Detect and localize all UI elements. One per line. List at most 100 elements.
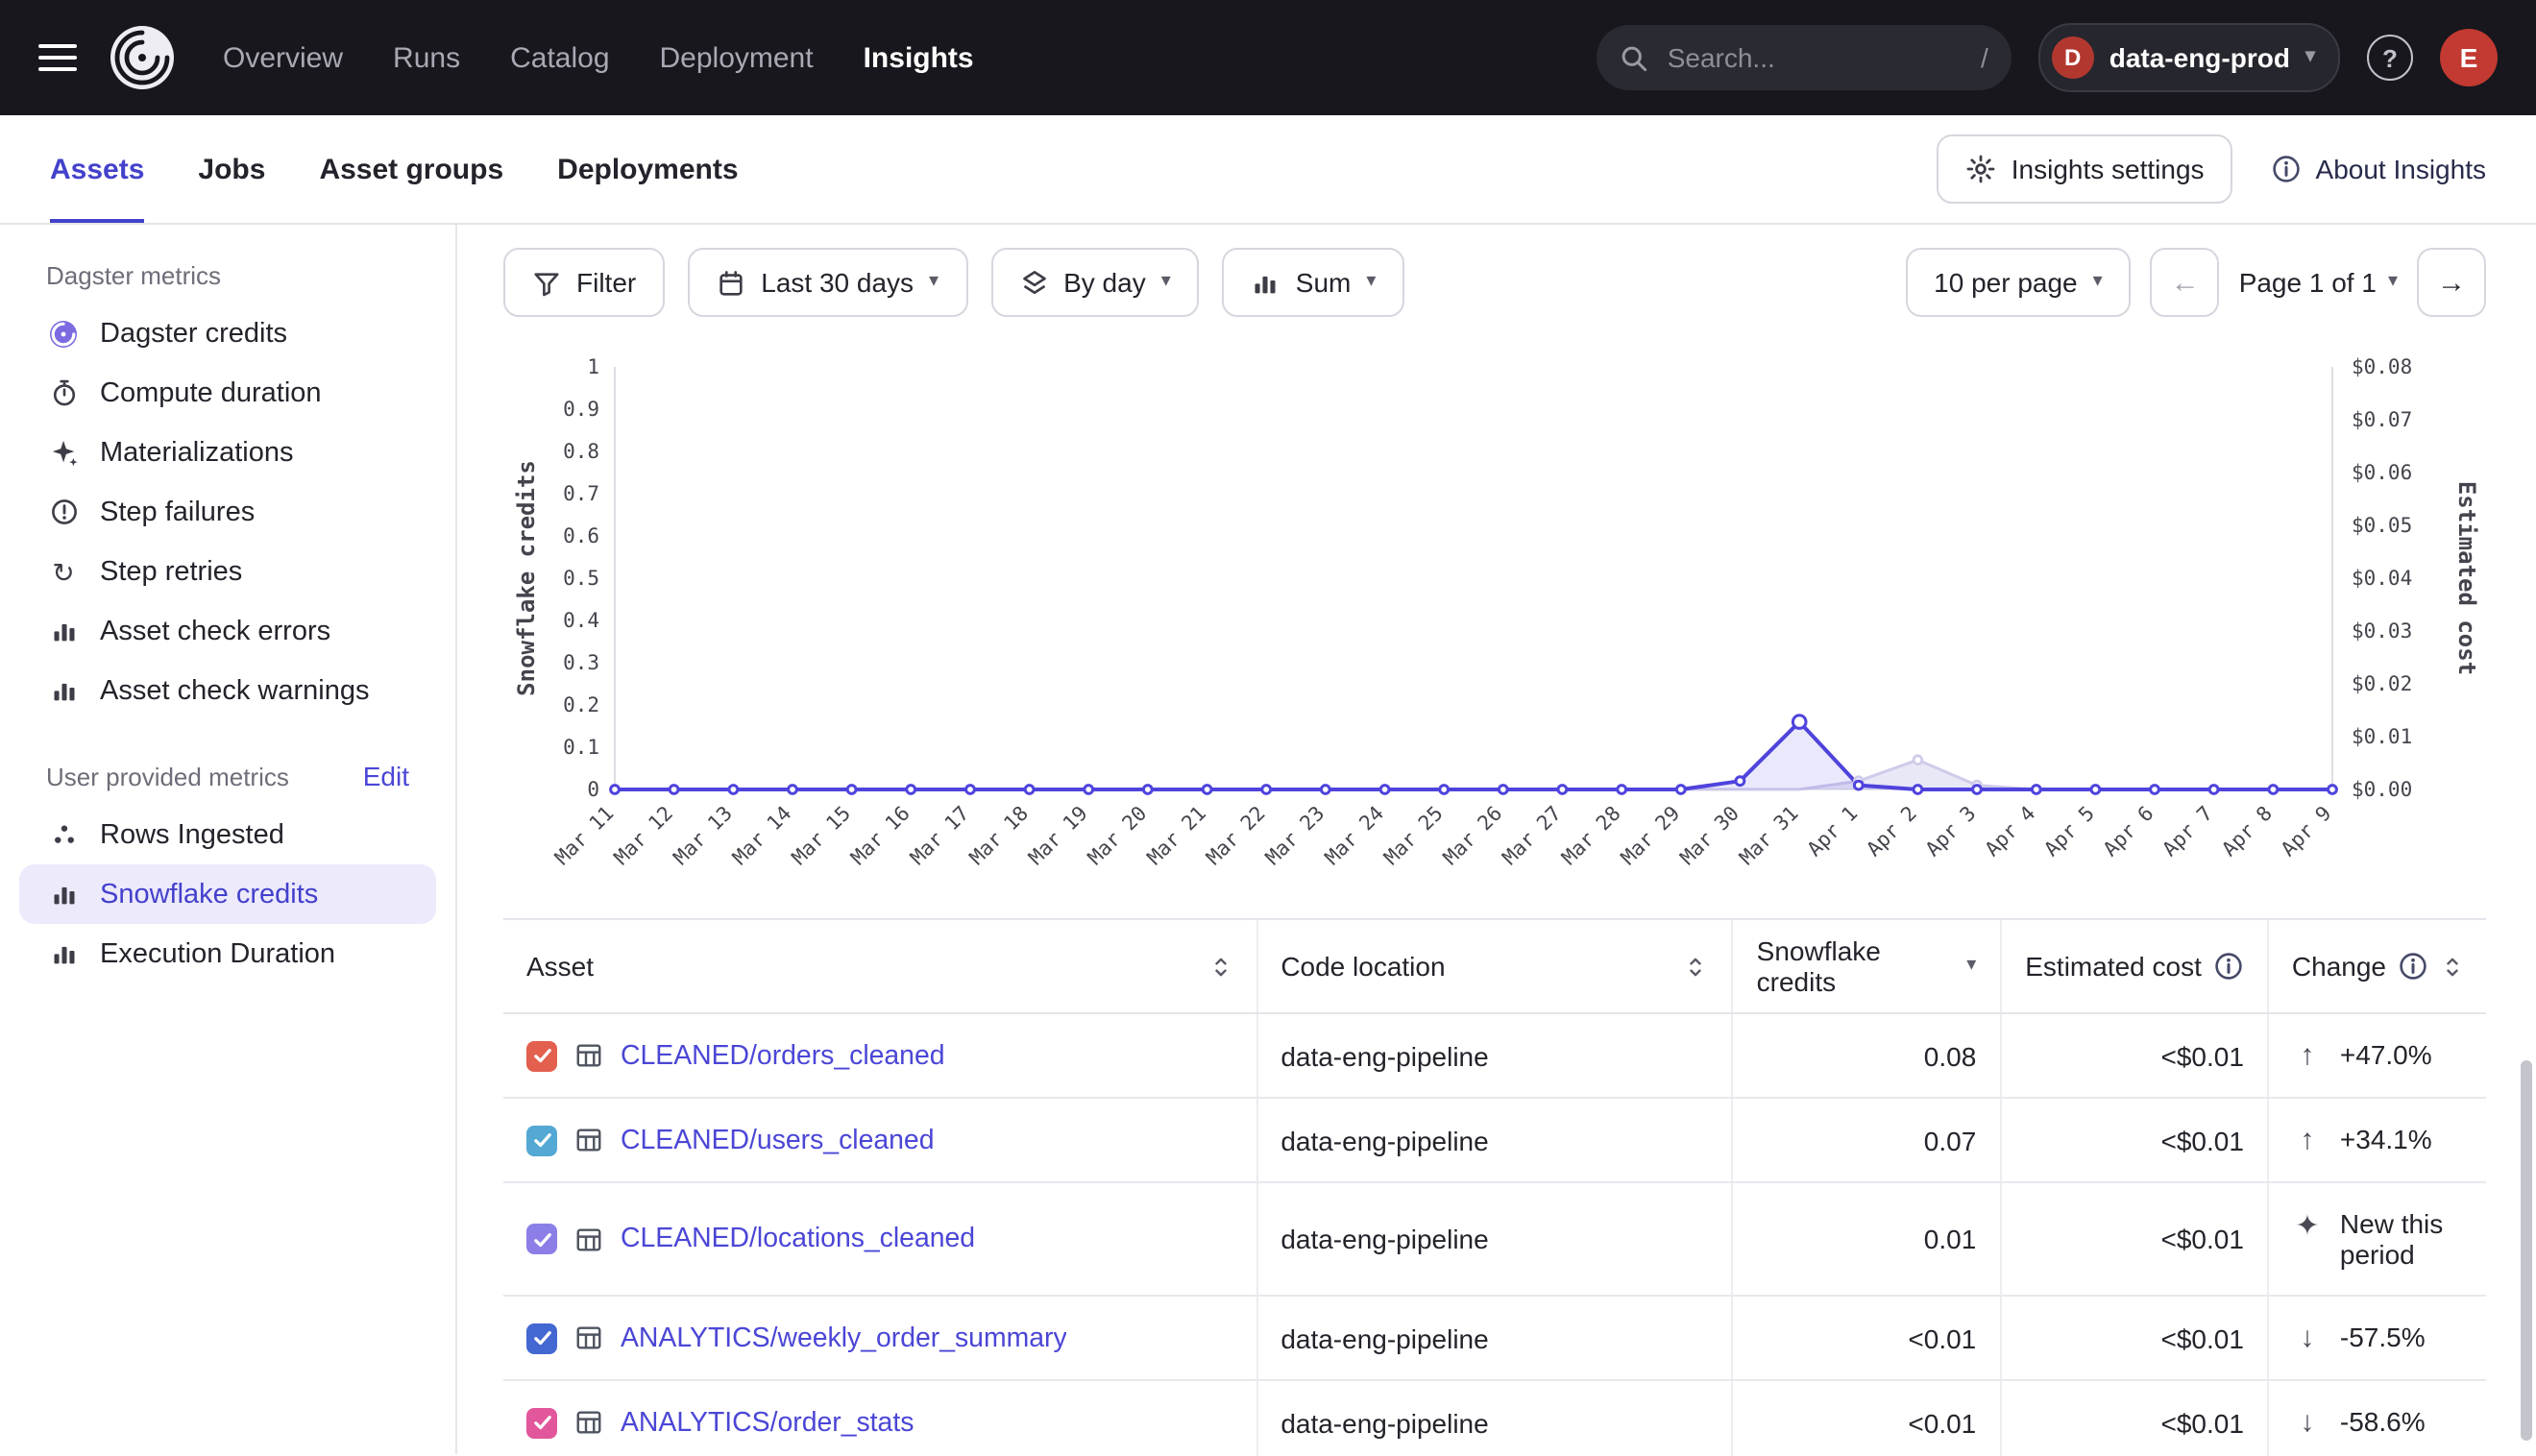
sidebar-item-step-retries[interactable]: ↻ Step retries (19, 542, 436, 601)
help-icon[interactable]: ? (2367, 35, 2413, 81)
deployment-badge: D (2052, 36, 2094, 79)
prev-page-button[interactable]: ← (2151, 248, 2220, 317)
code-location-cell: data-eng-pipeline (1256, 1296, 1732, 1380)
column-change[interactable]: Change (2268, 919, 2486, 1013)
sidebar-item-dagster-credits[interactable]: Dagster credits (19, 303, 436, 363)
page-indicator[interactable]: Page 1 of 1 ▾ (2239, 267, 2398, 298)
search-input[interactable] (1664, 40, 1965, 75)
user-metrics-list: Rows Ingested Snowflake credits Executio… (0, 805, 455, 983)
row-checkbox[interactable] (526, 1323, 557, 1353)
svg-text:1: 1 (587, 355, 599, 378)
aggregation-select[interactable]: Sum ▾ (1223, 248, 1405, 317)
user-metrics-section: User provided metrics Edit (0, 747, 455, 805)
nav-overview[interactable]: Overview (223, 41, 343, 74)
granularity-select[interactable]: By day ▾ (990, 248, 1200, 317)
top-nav: OverviewRunsCatalogDeploymentInsights / … (0, 0, 2536, 115)
tab-asset-groups[interactable]: Asset groups (319, 115, 503, 223)
row-checkbox[interactable] (526, 1407, 557, 1438)
table-row: CLEANED/users_cleaned data-eng-pipeline … (503, 1098, 2486, 1182)
tab-deployments[interactable]: Deployments (557, 115, 738, 223)
tab-assets[interactable]: Assets (50, 115, 144, 223)
sort-icon[interactable] (1684, 952, 1709, 981)
arrow-up-icon: ↑ (2292, 1124, 2323, 1156)
next-page-button[interactable]: → (2417, 248, 2486, 317)
info-icon[interactable] (2398, 951, 2428, 982)
search-box[interactable]: / (1597, 25, 2012, 90)
asset-link[interactable]: ANALYTICS/order_stats (621, 1407, 914, 1438)
sidebar-item-compute-duration[interactable]: Compute duration (19, 363, 436, 423)
code-location-cell: data-eng-pipeline (1256, 1182, 1732, 1296)
date-range-select[interactable]: Last 30 days ▾ (688, 248, 967, 317)
sparkle-icon: ✦ (2292, 1208, 2323, 1243)
sidebar-item-asset-check-warnings[interactable]: Asset check warnings (19, 661, 436, 720)
sort-icon[interactable] (2440, 952, 2465, 981)
filter-button[interactable]: Filter (503, 248, 665, 317)
svg-text:Mar 15: Mar 15 (788, 802, 856, 870)
dagster-logo[interactable] (108, 23, 177, 92)
assets-table: Asset Code location Snowflake credits▾ E… (503, 918, 2486, 1456)
sidebar-item-asset-check-errors[interactable]: Asset check errors (19, 601, 436, 661)
dagster-metrics-list: Dagster credits Compute duration Materia… (0, 303, 455, 720)
main-content: Filter Last 30 days ▾ By day ▾ Sum ▾ (457, 225, 2536, 1454)
credits-cell: <0.01 (1733, 1380, 2001, 1456)
code-location-cell: data-eng-pipeline (1256, 1013, 1732, 1098)
error-circle-icon (46, 497, 81, 526)
column-snowflake-credits[interactable]: Snowflake credits▾ (1733, 919, 2001, 1013)
sidebar-item-snowflake-credits[interactable]: Snowflake credits (19, 864, 436, 924)
insights-tab-bar: Assets Jobs Asset groups Deployments Insigh… (0, 115, 2536, 225)
chevron-down-icon: ▾ (2093, 273, 2103, 292)
sidebar-item-label: Step retries (100, 556, 242, 587)
nav-deployment[interactable]: Deployment (660, 41, 814, 74)
row-checkbox[interactable] (526, 1040, 557, 1071)
asset-link[interactable]: CLEANED/users_cleaned (621, 1125, 935, 1155)
svg-text:Apr 1: Apr 1 (1803, 802, 1863, 861)
svg-text:Mar 27: Mar 27 (1498, 802, 1566, 870)
svg-text:Apr 6: Apr 6 (2099, 802, 2158, 861)
svg-text:Mar 16: Mar 16 (846, 802, 914, 870)
row-checkbox[interactable] (526, 1224, 557, 1254)
arrow-down-icon: ↓ (2292, 1322, 2323, 1354)
sidebar-item-materializations[interactable]: Materializations (19, 423, 436, 482)
column-estimated-cost[interactable]: Estimated cost (2000, 919, 2268, 1013)
bar-chart-icon (46, 676, 81, 705)
column-code-location[interactable]: Code location (1256, 919, 1732, 1013)
sidebar-item-execution-duration[interactable]: Execution Duration (19, 924, 436, 983)
insights-settings-button[interactable]: Insights settings (1937, 134, 2233, 204)
svg-text:Mar 18: Mar 18 (965, 802, 1034, 870)
asset-link[interactable]: ANALYTICS/weekly_order_summary (621, 1323, 1067, 1353)
deployment-switcher[interactable]: D data-eng-prod ▾ (2038, 23, 2340, 92)
edit-metrics-link[interactable]: Edit (363, 761, 409, 791)
nav-runs[interactable]: Runs (393, 41, 460, 74)
column-asset[interactable]: Asset (503, 919, 1256, 1013)
dagster-metrics-label: Dagster metrics (46, 261, 221, 290)
svg-text:0.2: 0.2 (563, 693, 599, 716)
nav-insights[interactable]: Insights (864, 41, 974, 74)
sidebar-item-label: Compute duration (100, 377, 322, 408)
table-row: ANALYTICS/order_stats data-eng-pipeline … (503, 1380, 2486, 1456)
table-row: CLEANED/orders_cleaned data-eng-pipeline… (503, 1013, 2486, 1098)
asset-link[interactable]: CLEANED/orders_cleaned (621, 1040, 945, 1071)
tab-jobs[interactable]: Jobs (198, 115, 265, 223)
change-cell: ↑ +47.0% (2268, 1013, 2486, 1098)
sidebar-item-step-failures[interactable]: Step failures (19, 482, 436, 542)
sidebar-item-rows-ingested[interactable]: Rows Ingested (19, 805, 436, 864)
asset-link[interactable]: CLEANED/locations_cleaned (621, 1224, 975, 1254)
about-insights-link[interactable]: About Insights (2272, 154, 2486, 184)
nav-catalog[interactable]: Catalog (510, 41, 609, 74)
sort-icon[interactable] (1207, 952, 1232, 981)
sidebar-item-label: Step failures (100, 497, 255, 527)
menu-icon[interactable] (38, 44, 77, 71)
svg-text:0.4: 0.4 (563, 609, 599, 632)
svg-text:Snowflake credits: Snowflake credits (513, 460, 540, 696)
info-icon[interactable] (2213, 951, 2244, 982)
change-cell: ↑ +34.1% (2268, 1098, 2486, 1182)
per-page-select[interactable]: 10 per page ▾ (1905, 248, 2132, 317)
sidebar-item-label: Asset check warnings (100, 675, 369, 706)
user-avatar[interactable]: E (2440, 29, 2498, 86)
row-checkbox[interactable] (526, 1125, 557, 1155)
svg-text:0.5: 0.5 (563, 567, 599, 590)
scrollbar[interactable] (2521, 1060, 2532, 1441)
search-icon (1620, 43, 1648, 72)
svg-text:Mar 11: Mar 11 (550, 802, 619, 870)
svg-text:Mar 21: Mar 21 (1143, 802, 1211, 870)
